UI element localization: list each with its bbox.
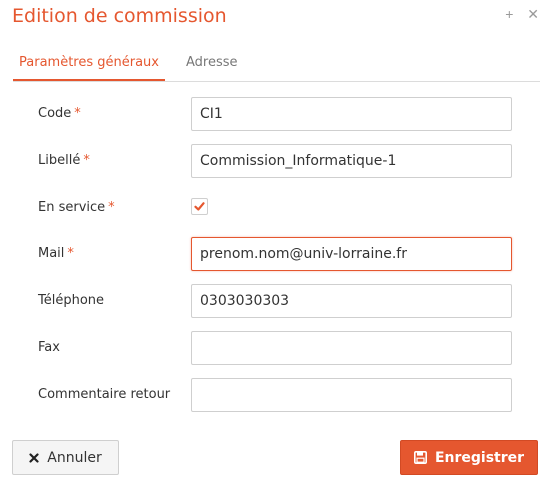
libelle-input[interactable] <box>191 144 512 178</box>
en-service-label: En service * <box>38 200 115 215</box>
close-icon[interactable]: ✕ <box>527 6 539 23</box>
libelle-row: Libellé * <box>38 144 518 178</box>
mail-input[interactable] <box>191 237 512 271</box>
tab-bar: Paramètres généraux Adresse <box>13 48 540 82</box>
fax-input[interactable] <box>191 331 512 365</box>
telephone-input[interactable] <box>191 284 512 318</box>
tab-adresse[interactable]: Adresse <box>186 48 238 80</box>
tab-parametres-generaux[interactable]: Paramètres généraux <box>13 48 165 81</box>
cancel-label: Annuler <box>47 449 102 466</box>
floppy-disk-icon <box>413 451 427 464</box>
commentaire-label: Commentaire retour <box>38 387 171 402</box>
save-button[interactable]: Enregistrer <box>400 440 538 475</box>
mail-label: Mail * <box>38 246 74 261</box>
edit-commission-dialog: Edition de commission + ✕ Paramètres gén… <box>0 0 549 486</box>
libelle-label: Libellé * <box>38 153 90 168</box>
required-marker: * <box>83 153 90 168</box>
window-controls: + ✕ <box>495 6 539 23</box>
required-marker: * <box>67 246 74 261</box>
plus-icon[interactable]: + <box>505 6 513 22</box>
telephone-label: Téléphone <box>38 293 105 308</box>
save-label: Enregistrer <box>434 449 525 466</box>
fax-row: Fax <box>38 331 518 365</box>
fax-label: Fax <box>38 340 60 355</box>
mail-row: Mail * <box>38 237 518 271</box>
check-icon <box>194 202 205 211</box>
commentaire-input[interactable] <box>191 378 512 412</box>
telephone-row: Téléphone <box>38 284 518 318</box>
commentaire-row: Commentaire retour <box>38 378 518 412</box>
cancel-button[interactable]: Annuler <box>12 440 119 475</box>
code-row: Code * <box>38 97 518 131</box>
en-service-row: En service * <box>38 191 518 225</box>
close-icon <box>29 452 39 463</box>
code-input[interactable] <box>191 97 512 131</box>
required-marker: * <box>108 200 115 215</box>
required-marker: * <box>74 106 81 121</box>
dialog-title: Edition de commission <box>12 5 227 27</box>
en-service-checkbox[interactable] <box>191 198 208 215</box>
code-label: Code * <box>38 106 81 121</box>
